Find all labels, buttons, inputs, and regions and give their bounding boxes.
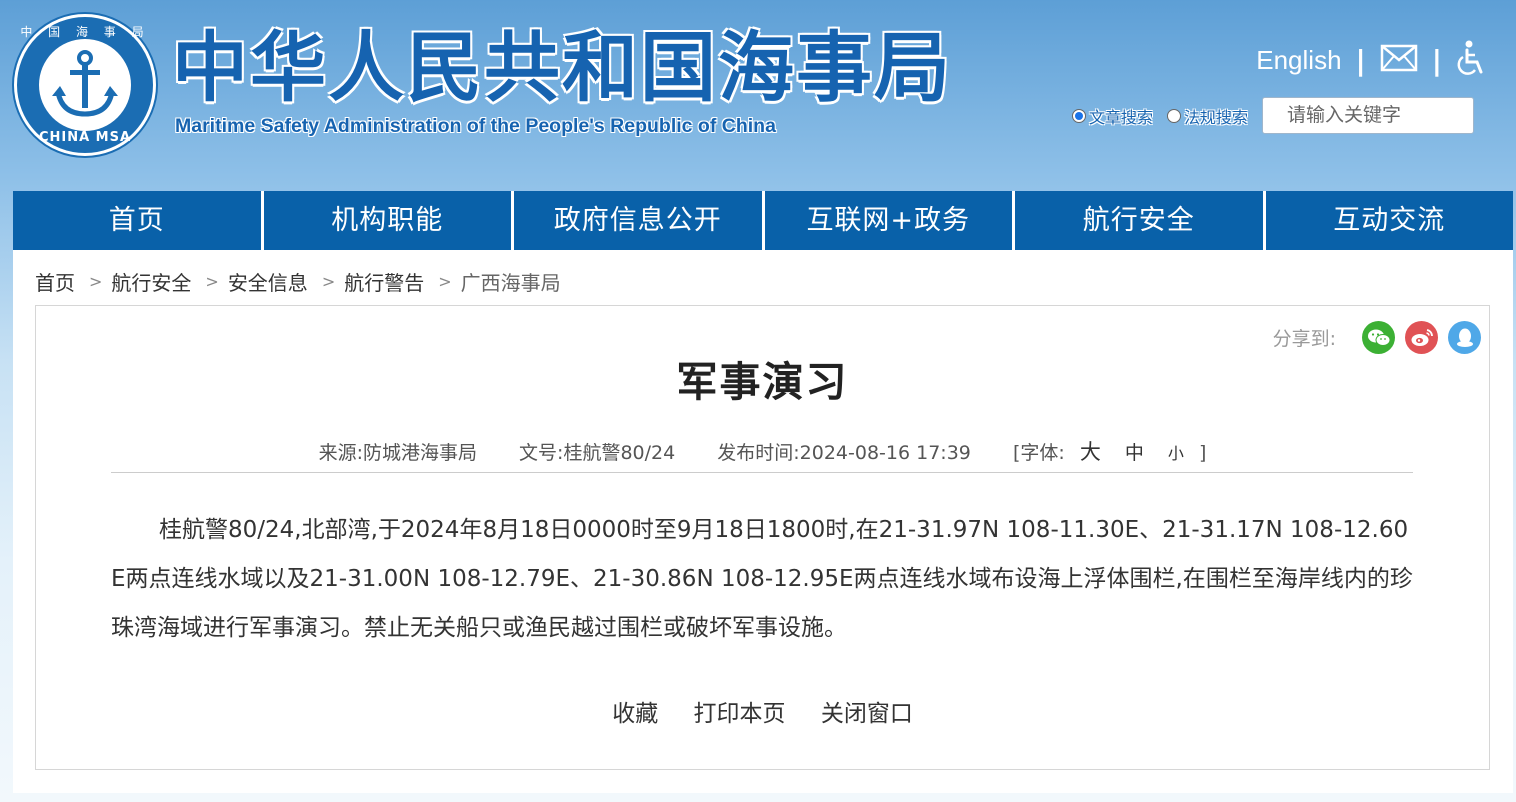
accessibility-icon[interactable] xyxy=(1456,40,1486,80)
search-row: 文章搜索 法规搜索 请输入关键字 xyxy=(1071,97,1474,134)
search-option-articles[interactable]: 文章搜索 xyxy=(1071,104,1153,128)
bookmark-button[interactable]: 收藏 xyxy=(612,701,658,727)
main-nav: 首页 机构职能 政府信息公开 互联网+政务 航行安全 互动交流 xyxy=(13,191,1513,250)
breadcrumb-separator: > xyxy=(89,272,103,291)
breadcrumb-current[interactable]: 广西海事局 xyxy=(461,267,561,296)
logo-top-text: 中 国 海 事 局 xyxy=(20,25,150,39)
font-size-small[interactable]: 小 xyxy=(1168,444,1184,463)
font-size-large[interactable]: 大 xyxy=(1080,440,1101,464)
nav-item-functions[interactable]: 机构职能 xyxy=(263,191,511,250)
nav-item-nav-safety[interactable]: 航行安全 xyxy=(1015,191,1263,250)
article-meta: 来源:防城港海事局 文号:桂航警80/24 发布时间:2024-08-16 17… xyxy=(36,436,1489,466)
breadcrumb-separator: > xyxy=(438,272,452,291)
radio-articles[interactable] xyxy=(1071,108,1086,123)
breadcrumb-separator: > xyxy=(205,272,219,291)
article-title: 军事演习 xyxy=(676,358,849,406)
search-option-regulations[interactable]: 法规搜索 xyxy=(1166,104,1248,128)
content-panel: 首页 > 航行安全 > 安全信息 > 航行警告 > 广西海事局 分享到: 军事演… xyxy=(13,250,1513,793)
breadcrumb-separator: > xyxy=(321,272,336,291)
article-box: 分享到: 军事演习 来源:防城港海事局 文号:桂航警80/24 发布时间:202… xyxy=(35,305,1490,770)
link-separator: | xyxy=(1431,43,1442,77)
anchor-icon xyxy=(39,39,131,131)
article-doc-no: 文号:桂航警80/24 xyxy=(519,442,676,464)
logo-bottom-text: CHINA MSA xyxy=(38,130,132,145)
breadcrumb-item[interactable]: 安全信息 xyxy=(228,267,308,296)
mail-icon[interactable] xyxy=(1380,44,1418,76)
article-actions: 收藏 打印本页 关闭窗口 xyxy=(36,694,1489,728)
article-source: 来源:防城港海事局 xyxy=(318,442,477,464)
site-subtitle: Maritime Safety Administration of the Pe… xyxy=(175,115,776,137)
site-title[interactable]: 中华人民共和国海事局 xyxy=(172,24,952,112)
search-option-label: 文章搜索 xyxy=(1088,107,1153,127)
msa-logo[interactable]: 中 国 海 事 局 CHINA MSA xyxy=(14,14,156,156)
breadcrumb: 首页 > 航行安全 > 安全信息 > 航行警告 > 广西海事局 xyxy=(35,267,561,296)
share-label: 分享到: xyxy=(1272,328,1336,350)
article-publish-time: 发布时间:2024-08-16 17:39 xyxy=(717,442,971,464)
article-body: 桂航警80/24,北部湾,于2024年8月18日0000时至9月18日1800时… xyxy=(111,517,1413,641)
font-size-medium[interactable]: 中 xyxy=(1125,442,1144,464)
font-size-close: ] xyxy=(1198,442,1207,464)
nav-item-interaction[interactable]: 互动交流 xyxy=(1265,191,1513,250)
link-separator: | xyxy=(1355,43,1366,77)
print-button[interactable]: 打印本页 xyxy=(694,701,786,727)
close-window-button[interactable]: 关闭窗口 xyxy=(821,701,913,727)
radio-regulations[interactable] xyxy=(1166,108,1181,123)
english-link[interactable]: English xyxy=(1256,45,1341,76)
breadcrumb-item[interactable]: 航行警告 xyxy=(344,267,424,296)
font-size-label: [字体: xyxy=(1012,442,1065,464)
nav-item-home[interactable]: 首页 xyxy=(13,191,261,250)
top-links: English | | xyxy=(1256,40,1486,80)
site-header: 中 国 海 事 局 CHINA MSA 中华人民共和国海事局 Maritime … xyxy=(0,0,1516,190)
nav-item-internet-gov[interactable]: 互联网+政务 xyxy=(764,191,1012,250)
search-input[interactable]: 请输入关键字 xyxy=(1262,97,1474,134)
breadcrumb-item[interactable]: 航行安全 xyxy=(111,267,191,296)
search-option-label: 法规搜索 xyxy=(1183,107,1248,127)
meta-divider xyxy=(111,472,1413,473)
breadcrumb-item[interactable]: 首页 xyxy=(35,267,75,296)
nav-item-gov-info[interactable]: 政府信息公开 xyxy=(514,191,762,250)
